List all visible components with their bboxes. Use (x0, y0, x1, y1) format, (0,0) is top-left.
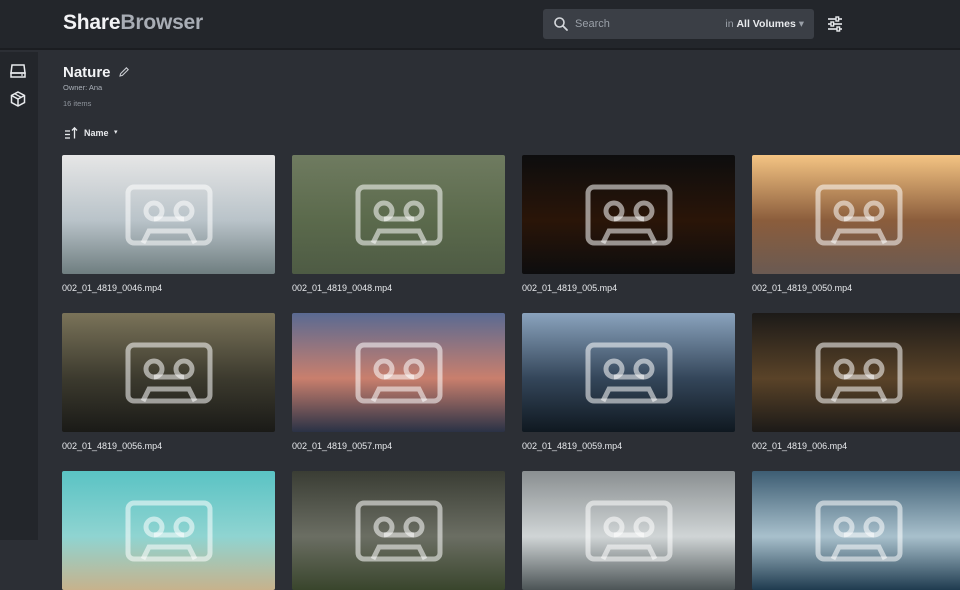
file-tile[interactable] (292, 471, 505, 590)
chevron-down-icon: ▾ (114, 129, 118, 136)
scope-value: All Volumes (736, 18, 796, 30)
video-thumbnail[interactable] (752, 155, 960, 274)
cassette-icon (585, 500, 673, 562)
video-thumbnail[interactable] (752, 313, 960, 432)
file-tile[interactable]: 002_01_4819_005.mp4 (522, 155, 735, 293)
cube-icon[interactable] (9, 90, 27, 108)
sort-icon[interactable] (64, 126, 78, 140)
file-name: 002_01_4819_0050.mp4 (752, 283, 853, 293)
search-input[interactable]: Search in All Volumes ▾ (543, 9, 814, 39)
file-name: 002_01_4819_0046.mp4 (62, 283, 163, 293)
file-name: 002_01_4819_005.mp4 (522, 283, 618, 293)
file-tile[interactable]: 002_01_4819_0048.mp4 (292, 155, 505, 293)
volume-scope-dropdown[interactable]: in All Volumes ▾ (725, 18, 804, 30)
page-title: Nature (63, 64, 111, 81)
top-bar: ShareBrowser Search in All Volumes ▾ (0, 0, 960, 50)
video-thumbnail[interactable] (62, 313, 275, 432)
video-thumbnail[interactable] (62, 155, 275, 274)
cassette-icon (125, 184, 213, 246)
file-tile[interactable]: 002_01_4819_0050.mp4 (752, 155, 960, 293)
file-tile[interactable] (752, 471, 960, 590)
main-content: Nature Owner: Ana 16 items Name ▾ 002_01… (38, 52, 960, 590)
file-name: 002_01_4819_0048.mp4 (292, 283, 393, 293)
file-tile[interactable]: 002_01_4819_0046.mp4 (62, 155, 275, 293)
file-tile[interactable]: 002_01_4819_006.mp4 (752, 313, 960, 451)
drive-icon[interactable] (9, 62, 27, 80)
cassette-icon (815, 342, 903, 404)
video-thumbnail[interactable] (522, 313, 735, 432)
search-placeholder: Search (575, 18, 610, 30)
cassette-icon (815, 500, 903, 562)
file-tile[interactable]: 002_01_4819_0059.mp4 (522, 313, 735, 451)
video-thumbnail[interactable] (62, 471, 275, 590)
file-name: 002_01_4819_0057.mp4 (292, 441, 393, 451)
brand-part2: Browser (120, 11, 204, 34)
pencil-icon[interactable] (118, 66, 130, 78)
scope-prefix: in (725, 18, 734, 30)
chevron-down-icon: ▾ (798, 18, 804, 30)
video-thumbnail[interactable] (522, 471, 735, 590)
cassette-icon (585, 342, 673, 404)
app-logo[interactable]: ShareBrowser (63, 11, 203, 35)
file-tile[interactable]: 002_01_4819_0056.mp4 (62, 313, 275, 451)
video-thumbnail[interactable] (292, 313, 505, 432)
cassette-icon (355, 184, 443, 246)
cassette-icon (815, 184, 903, 246)
video-thumbnail[interactable] (292, 155, 505, 274)
collection-owner: Owner: Ana (63, 83, 103, 92)
item-count: 16 items (63, 99, 92, 108)
search-icon (554, 17, 568, 31)
sort-field-dropdown[interactable]: Name (84, 128, 109, 138)
video-thumbnail[interactable] (292, 471, 505, 590)
file-name: 002_01_4819_0056.mp4 (62, 441, 163, 451)
video-thumbnail[interactable] (522, 155, 735, 274)
cassette-icon (125, 500, 213, 562)
file-tile[interactable] (522, 471, 735, 590)
cassette-icon (355, 342, 443, 404)
video-thumbnail[interactable] (752, 471, 960, 590)
cassette-icon (125, 342, 213, 404)
file-tile[interactable]: 002_01_4819_0057.mp4 (292, 313, 505, 451)
sidebar (0, 52, 38, 540)
file-tile[interactable] (62, 471, 275, 590)
brand-part1: Share (63, 11, 121, 34)
filter-sliders-icon[interactable] (826, 15, 844, 33)
file-name: 002_01_4819_006.mp4 (752, 441, 848, 451)
cassette-icon (585, 184, 673, 246)
file-name: 002_01_4819_0059.mp4 (522, 441, 623, 451)
cassette-icon (355, 500, 443, 562)
